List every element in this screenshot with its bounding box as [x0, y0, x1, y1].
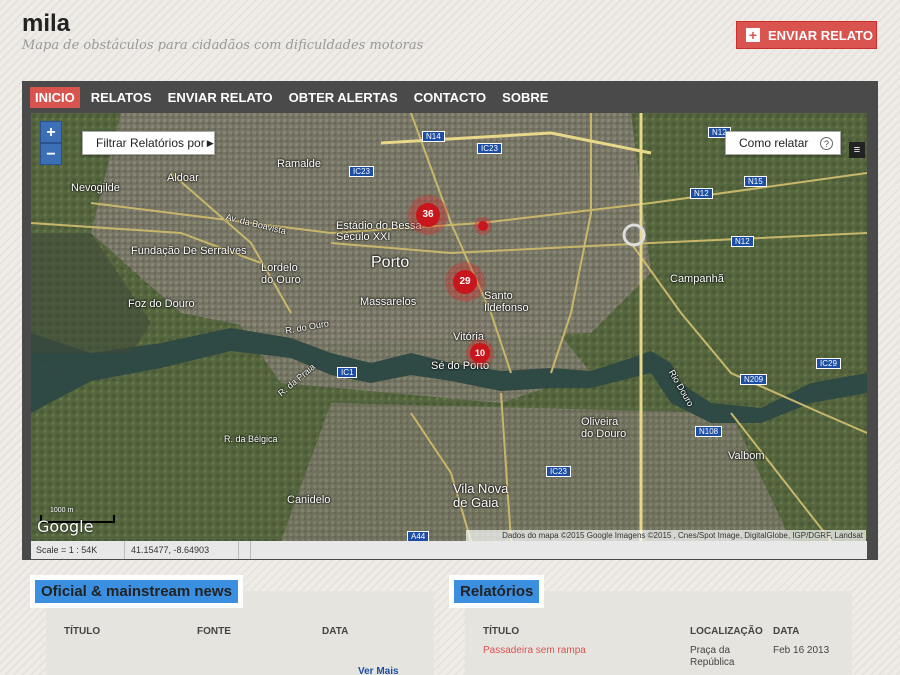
- place-label: Aldoar: [167, 172, 199, 184]
- plus-icon: +: [746, 28, 760, 42]
- map-imagery: [31, 113, 867, 541]
- place-label: Valbom: [728, 450, 765, 462]
- main-navigation: INICIO RELATOS ENVIAR RELATO OBTER ALERT…: [22, 81, 878, 113]
- nav-item-obter-alertas[interactable]: OBTER ALERTAS: [284, 87, 403, 108]
- nav-item-contacto[interactable]: CONTACTO: [409, 87, 491, 108]
- reports-col-location: LOCALIZAÇÃO: [690, 626, 763, 637]
- cluster-count: 36: [416, 203, 440, 227]
- send-report-label: ENVIAR RELATO: [768, 27, 873, 43]
- report-location: Praça da República: [690, 645, 735, 668]
- site-title[interactable]: mila: [22, 10, 70, 38]
- nav-item-sobre[interactable]: SOBRE: [497, 87, 553, 108]
- help-icon: ?: [820, 137, 833, 150]
- filter-label: Filtrar Relatórios por: [96, 136, 205, 150]
- reports-col-date: DATA: [773, 626, 800, 637]
- road-shield: N108: [695, 426, 723, 437]
- place-label: Oliveira do Douro: [581, 416, 627, 440]
- place-label: Ramalde: [277, 158, 322, 170]
- place-label: R. da Bélgica: [224, 434, 278, 444]
- report-cluster[interactable]: 29: [445, 262, 485, 302]
- nav-item-enviar-relato[interactable]: ENVIAR RELATO: [163, 87, 278, 108]
- zoom-in-button[interactable]: +: [40, 121, 62, 143]
- report-cluster[interactable]: [474, 217, 492, 235]
- news-col-source: FONTE: [197, 626, 231, 637]
- news-panel-title-text: Oficial & mainstream news: [35, 580, 238, 603]
- place-label: Massarelos: [360, 296, 417, 308]
- road-shield: N12: [731, 236, 754, 247]
- road-shield: IC23: [477, 143, 502, 154]
- report-cluster[interactable]: 10: [466, 339, 494, 367]
- place-label: Fundação De Serralves: [131, 245, 247, 257]
- chevron-right-icon: ▶: [206, 137, 214, 148]
- place-label: Vila Nova de Gaia: [453, 481, 509, 510]
- cluster-marker: [478, 221, 488, 231]
- cluster-count: 29: [453, 270, 477, 294]
- google-logo: Google: [37, 517, 94, 536]
- road-shield: A44: [407, 531, 430, 541]
- road-shield: N15: [744, 176, 767, 187]
- road-shield: N12: [690, 188, 713, 199]
- road-shield: IC23: [349, 166, 374, 177]
- reports-panel-title-text: Relatórios: [454, 580, 540, 603]
- site-tagline: Mapa de obstáculos para cidadãos com dif…: [22, 38, 424, 53]
- map-coordinates-readout: 41.15477, -8.64903: [125, 541, 239, 559]
- road-shield: IC29: [816, 358, 841, 369]
- news-panel-title: Oficial & mainstream news: [30, 575, 243, 608]
- road-shield: IC23: [546, 466, 571, 477]
- news-col-date: DATA: [322, 626, 349, 637]
- filter-reports-button[interactable]: Filtrar Relatórios por ▶: [82, 131, 215, 155]
- map-scale-readout: Scale = 1 : 54K: [31, 541, 125, 559]
- map-attribution: Dados do mapa ©2015 Google Imagens ©2015…: [466, 530, 866, 541]
- road-shield: N14: [422, 131, 445, 142]
- place-label: Foz do Douro: [128, 298, 195, 310]
- report-date: Feb 16 2013: [773, 645, 830, 656]
- place-label: Campanhã: [670, 273, 724, 285]
- place-label: Canidelo: [287, 494, 331, 506]
- road-shield: IC1: [337, 367, 358, 378]
- zoom-out-button[interactable]: −: [40, 143, 62, 165]
- nav-item-inicio[interactable]: INICIO: [30, 86, 80, 108]
- nav-item-relatos[interactable]: RELATOS: [86, 87, 157, 108]
- map-statusbar: Scale = 1 : 54K 41.15477, -8.64903: [31, 541, 867, 559]
- send-report-button[interactable]: + ENVIAR RELATO: [736, 21, 877, 49]
- place-label: Lordelo do Ouro: [261, 262, 301, 286]
- report-title-link[interactable]: Passadeira sem rampa: [483, 645, 586, 656]
- place-label: Santo Ildefonso: [484, 290, 529, 314]
- road-shield: N209: [740, 374, 768, 385]
- scale-label: 1000 m: [50, 507, 74, 514]
- map-canvas[interactable]: Ramalde Aldoar Nevogilde Av. da Boavista…: [31, 113, 867, 541]
- reports-col-title: TÍTULO: [483, 626, 520, 637]
- status-divider: [239, 541, 251, 559]
- place-label: Porto: [371, 254, 410, 271]
- see-more-link[interactable]: Ver Mais: [358, 666, 399, 675]
- how-to-report-button[interactable]: Como relatar ?: [725, 131, 841, 155]
- layers-icon[interactable]: ≡: [849, 142, 865, 158]
- news-col-title: TÍTULO: [64, 626, 101, 637]
- place-label: Nevogilde: [71, 182, 120, 194]
- cluster-count: 10: [470, 343, 490, 363]
- howto-label: Como relatar: [739, 136, 809, 150]
- reports-panel-title: Relatórios: [449, 575, 545, 608]
- report-cluster[interactable]: 36: [408, 195, 448, 235]
